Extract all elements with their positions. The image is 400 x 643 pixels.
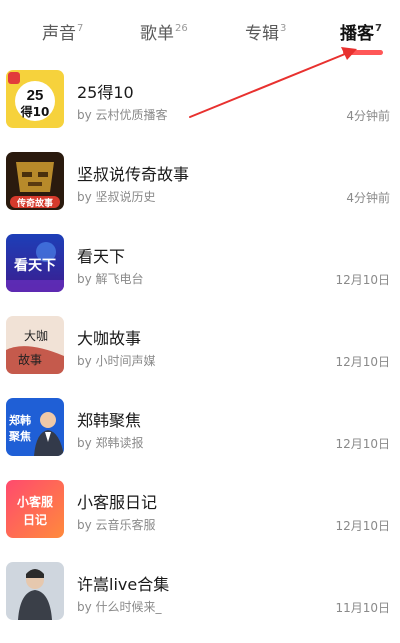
tab-playlists[interactable]: 歌单 26 [140, 22, 188, 52]
update-time: 4分钟前 [346, 191, 390, 205]
podcast-title: 看天下 [77, 247, 126, 266]
podcast-author: by 郑韩读报 [77, 436, 144, 450]
list-item[interactable]: 小客服 日记 小客服日记 by 云音乐客服 12月10日 [0, 472, 400, 554]
update-time: 11月10日 [335, 601, 390, 615]
podcast-title: 大咖故事 [77, 329, 142, 348]
cover-kantianxia: 看天下 [6, 234, 64, 292]
podcast-title: 许嵩live合集 [77, 575, 170, 594]
cover-xusong [6, 562, 64, 620]
svg-text:日记: 日记 [23, 513, 47, 527]
tab-label: 歌单 [140, 24, 174, 44]
svg-text:传奇故事: 传奇故事 [16, 197, 53, 209]
svg-text:聚焦: 聚焦 [8, 429, 31, 443]
tab-count: 26 [175, 23, 188, 34]
svg-text:大咖: 大咖 [24, 328, 48, 343]
podcast-list-page: 声音 7 歌单 26 专辑 3 播客 7 25 得10 25得10 by 云村优… [0, 0, 400, 643]
cover-zhenghan: 郑韩 聚焦 [6, 398, 64, 456]
podcast-author: by 云村优质播客 [77, 108, 168, 122]
tab-albums[interactable]: 专辑 3 [245, 22, 286, 52]
list-item[interactable]: 25 得10 25得10 by 云村优质播客 4分钟前 [0, 62, 400, 144]
svg-text:看天下: 看天下 [13, 257, 56, 274]
podcast-list: 25 得10 25得10 by 云村优质播客 4分钟前 传奇故事 坚叔说传奇故事… [0, 62, 400, 636]
tab-count: 7 [375, 23, 382, 34]
list-item[interactable]: 大咖 故事 大咖故事 by 小时间声媒 12月10日 [0, 308, 400, 390]
podcast-title: 25得10 [77, 83, 134, 102]
podcast-author: by 坚叔说历史 [77, 190, 156, 204]
svg-text:得10: 得10 [20, 104, 50, 119]
podcast-title: 郑韩聚焦 [77, 411, 142, 430]
svg-text:郑韩: 郑韩 [9, 413, 31, 427]
list-item[interactable]: 看天下 看天下 by 解飞电台 12月10日 [0, 226, 400, 308]
active-tab-indicator [343, 50, 383, 55]
podcast-title: 小客服日记 [77, 493, 158, 512]
tab-podcasts[interactable]: 播客 7 [340, 22, 383, 55]
cover-bronze-mask: 传奇故事 [6, 152, 64, 210]
podcast-author: by 什么时候来_ [77, 600, 162, 614]
update-time: 12月10日 [335, 437, 390, 451]
podcast-author: by 云音乐客服 [77, 518, 156, 532]
cover-xiaokefu: 小客服 日记 [6, 480, 64, 538]
podcast-title: 坚叔说传奇故事 [77, 165, 190, 184]
tab-sounds[interactable]: 声音 7 [42, 22, 83, 52]
category-tabs: 声音 7 歌单 26 专辑 3 播客 7 [0, 0, 400, 62]
podcast-author: by 解飞电台 [77, 272, 144, 286]
tab-label: 专辑 [245, 24, 279, 44]
list-item[interactable]: 许嵩live合集 by 什么时候来_ 11月10日 [0, 554, 400, 636]
cover-25de10: 25 得10 [6, 70, 64, 128]
svg-text:故事: 故事 [18, 352, 42, 367]
svg-text:小客服: 小客服 [17, 494, 54, 509]
tab-count: 7 [77, 23, 84, 34]
tab-count: 3 [280, 23, 287, 34]
podcast-author: by 小时间声媒 [77, 354, 156, 368]
svg-text:25: 25 [27, 87, 44, 104]
tab-label: 播客 [340, 24, 374, 44]
list-item[interactable]: 传奇故事 坚叔说传奇故事 by 坚叔说历史 4分钟前 [0, 144, 400, 226]
update-time: 4分钟前 [346, 109, 390, 123]
tab-label: 声音 [42, 24, 76, 44]
update-time: 12月10日 [335, 355, 390, 369]
update-time: 12月10日 [335, 519, 390, 533]
list-item[interactable]: 郑韩 聚焦 郑韩聚焦 by 郑韩读报 12月10日 [0, 390, 400, 472]
update-time: 12月10日 [335, 273, 390, 287]
cover-daka: 大咖 故事 [6, 316, 64, 374]
